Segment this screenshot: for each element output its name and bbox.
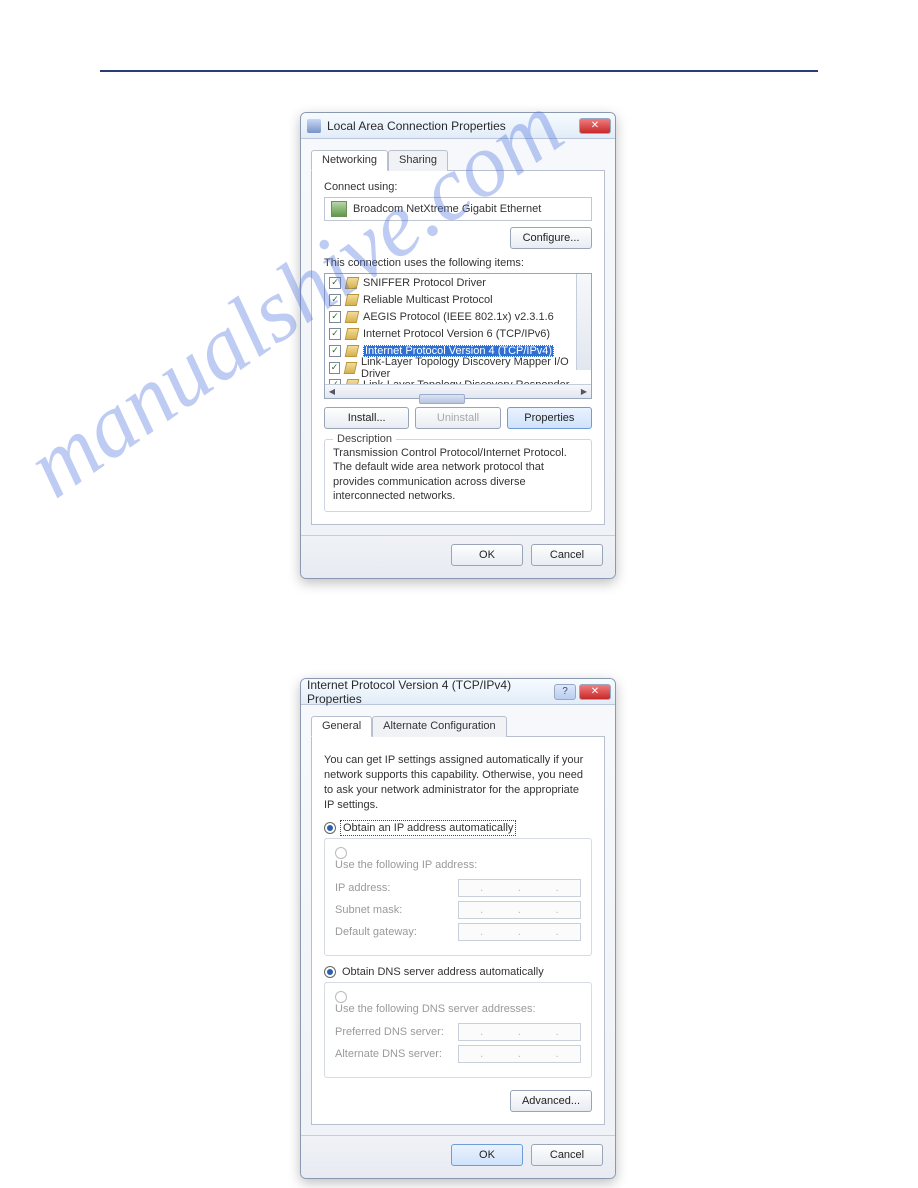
checkbox-icon[interactable]: ✓ [329,277,341,289]
component-icon [345,345,360,357]
adapter-name: Broadcom NetXtreme Gigabit Ethernet [353,203,541,215]
close-button[interactable]: ✕ [579,118,611,134]
titlebar[interactable]: Internet Protocol Version 4 (TCP/IPv4) P… [301,679,615,705]
default-gateway-input: ... [458,923,581,941]
description-text: Transmission Control Protocol/Internet P… [333,446,583,503]
scrollbar-thumb-vertical[interactable] [579,310,589,352]
tab-alternate-configuration[interactable]: Alternate Configuration [372,716,507,737]
list-item[interactable]: ✓ SNIFFER Protocol Driver [325,274,577,291]
components-listbox[interactable]: ▲ ▼ ✓ SNIFFER Protocol Driver ✓ Reliable… [324,273,592,399]
description-group: Description Transmission Control Protoco… [324,439,592,512]
radio-use-following-dns[interactable]: Use the following DNS server addresses: [331,991,540,1015]
install-button[interactable]: Install... [324,407,409,429]
scroll-right-icon[interactable]: ▶ [577,387,591,396]
checkbox-icon[interactable]: ✓ [329,311,341,323]
close-button[interactable]: ✕ [579,684,611,700]
scroll-left-icon[interactable]: ◀ [325,387,339,396]
window-title: Local Area Connection Properties [327,119,579,133]
list-item[interactable]: ✓ Reliable Multicast Protocol [325,291,577,308]
radio-icon [335,991,347,1003]
checkbox-icon[interactable]: ✓ [329,328,341,340]
window-title: Internet Protocol Version 4 (TCP/IPv4) P… [307,678,554,706]
local-area-connection-dialog: Local Area Connection Properties ✕ Netwo… [300,112,616,579]
checkbox-icon[interactable]: ✓ [329,362,340,374]
radio-obtain-ip-auto[interactable]: Obtain an IP address automatically [324,822,592,834]
help-button[interactable]: ? [554,684,576,700]
content-panel: Connect using: Broadcom NetXtreme Gigabi… [311,171,605,525]
component-icon [345,294,360,306]
component-icon [345,277,360,289]
component-icon [345,311,360,323]
content-panel: You can get IP settings assigned automat… [311,737,605,1125]
cancel-button[interactable]: Cancel [531,544,603,566]
radio-label: Use the following DNS server addresses: [335,1003,536,1015]
radio-use-following-ip[interactable]: Use the following IP address: [331,847,481,871]
component-icon [345,328,360,340]
titlebar[interactable]: Local Area Connection Properties ✕ [301,113,615,139]
radio-icon [335,847,347,859]
tab-networking[interactable]: Networking [311,150,388,171]
alternate-dns-input: ... [458,1045,581,1063]
ok-button[interactable]: OK [451,1144,523,1166]
description-legend: Description [333,433,396,445]
list-item-label: Link-Layer Topology Discovery Mapper I/O… [361,356,577,380]
scrollbar-horizontal[interactable]: ◀ ▶ [325,384,591,398]
uninstall-button[interactable]: Uninstall [415,407,500,429]
list-item-label: Internet Protocol Version 6 (TCP/IPv6) [363,328,550,340]
list-item-label: Reliable Multicast Protocol [363,294,493,306]
scrollbar-thumb-horizontal[interactable] [419,394,465,404]
radio-icon [324,822,336,834]
scroll-up-icon[interactable]: ▲ [577,274,591,288]
ip-settings-help-text: You can get IP settings assigned automat… [324,753,592,812]
header-rule [100,70,818,72]
radio-label: Obtain DNS server address automatically [342,966,544,978]
subnet-mask-label: Subnet mask: [335,904,458,916]
network-icon [307,119,321,133]
ok-button[interactable]: OK [451,544,523,566]
connect-using-label: Connect using: [324,181,592,193]
dialog-footer: OK Cancel [301,1135,615,1178]
dialog-footer: OK Cancel [301,535,615,578]
subnet-mask-input: ... [458,901,581,919]
alternate-dns-label: Alternate DNS server: [335,1048,458,1060]
tab-sharing[interactable]: Sharing [388,150,448,171]
ipv4-properties-dialog: Internet Protocol Version 4 (TCP/IPv4) P… [300,678,616,1179]
component-icon [344,362,358,374]
checkbox-icon[interactable]: ✓ [329,294,341,306]
radio-label: Use the following IP address: [335,859,477,871]
cancel-button[interactable]: Cancel [531,1144,603,1166]
radio-label: Obtain an IP address automatically [342,822,514,834]
radio-obtain-dns-auto[interactable]: Obtain DNS server address automatically [324,966,592,978]
list-item[interactable]: ✓ AEGIS Protocol (IEEE 802.1x) v2.3.1.6 [325,308,577,325]
manual-ip-fieldset: Use the following IP address: IP address… [324,838,592,956]
adapter-field[interactable]: Broadcom NetXtreme Gigabit Ethernet [324,197,592,221]
ip-address-label: IP address: [335,882,458,894]
checkbox-icon[interactable]: ✓ [329,345,341,357]
ip-address-input: ... [458,879,581,897]
radio-icon [324,966,336,978]
tab-strip: General Alternate Configuration [311,715,605,737]
configure-button[interactable]: Configure... [510,227,592,249]
list-item-label: AEGIS Protocol (IEEE 802.1x) v2.3.1.6 [363,311,554,323]
adapter-icon [331,201,347,217]
scroll-down-icon[interactable]: ▼ [577,356,591,370]
manual-dns-fieldset: Use the following DNS server addresses: … [324,982,592,1078]
default-gateway-label: Default gateway: [335,926,458,938]
list-item-label: SNIFFER Protocol Driver [363,277,486,289]
preferred-dns-input: ... [458,1023,581,1041]
properties-button[interactable]: Properties [507,407,592,429]
advanced-button[interactable]: Advanced... [510,1090,592,1112]
uses-items-label: This connection uses the following items… [324,257,592,269]
list-item[interactable]: ✓ Internet Protocol Version 6 (TCP/IPv6) [325,325,577,342]
tab-general[interactable]: General [311,716,372,737]
tab-strip: Networking Sharing [311,149,605,171]
list-item[interactable]: ✓ Link-Layer Topology Discovery Mapper I… [325,359,577,376]
preferred-dns-label: Preferred DNS server: [335,1026,458,1038]
